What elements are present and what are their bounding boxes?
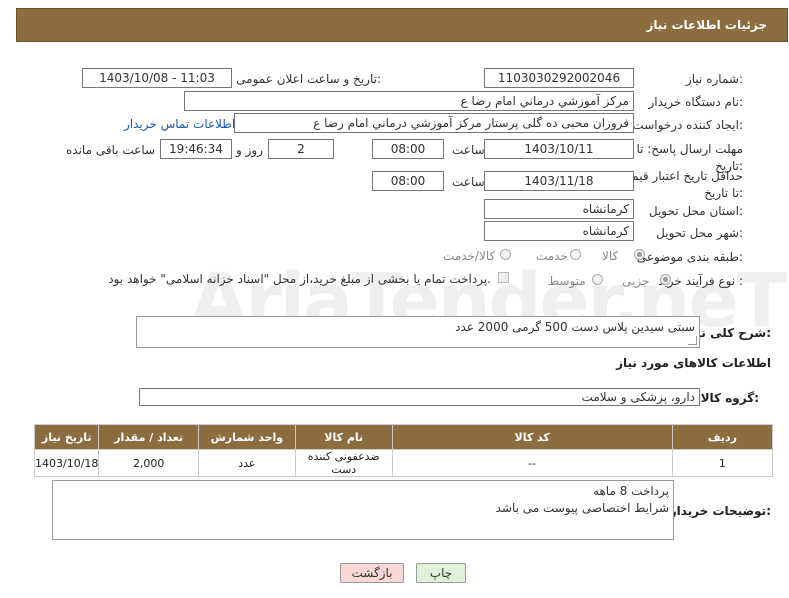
days-label: روز و [236, 143, 263, 157]
cell-unit: عدد [197, 449, 296, 477]
buyer-notes-label: توضیحات خریدار: [669, 504, 771, 518]
category-label: طبقه بندی موضوعی: [636, 250, 743, 264]
remaining-label: ساعت باقی مانده [66, 143, 156, 157]
process-label: نوع فرآیند خرید : [658, 274, 743, 288]
payment-note: پرداخت تمام یا بخشی از مبلغ خرید،از محل … [108, 272, 491, 286]
print-button[interactable]: چاپ [416, 563, 466, 583]
city-label: شهر محل تحویل: [656, 226, 743, 240]
need-number-field: 1103030292002046 [484, 68, 634, 88]
col-header-row: تاریخ نیاز [33, 424, 100, 450]
process-radio-minor[interactable] [660, 274, 671, 285]
cell-date: 1403/10/18 [33, 449, 100, 477]
announce-field: 1403/10/08 - 11:03 [82, 68, 232, 88]
category-radio-goods[interactable] [634, 249, 645, 260]
cell-code: -- [391, 449, 673, 477]
goods-table: تاریخ نیاز تعداد / مقدار واحد شمارش نام … [33, 424, 774, 477]
buyer-notes-line-1: پرداخت 8 ماهه [593, 484, 669, 498]
min-price-time-field: 08:00 [372, 171, 444, 191]
buyer-label: نام دستگاه خریدار: [648, 95, 744, 109]
province-label: استان محل تحویل: [648, 204, 743, 218]
province-field: کرمانشاه [484, 199, 634, 219]
category-option-goods: کالا [602, 249, 619, 263]
remaining-time-field: 19:46:34 [160, 139, 232, 159]
goods-group-field: دارو، پزشکی و سلامت [139, 388, 700, 406]
col-header-quantity: واحد شمارش [197, 424, 296, 450]
cell-name: ضدعفونی کننده دست [294, 449, 393, 477]
category-radio-service[interactable] [570, 249, 581, 260]
need-number-label: شماره نیاز: [685, 72, 743, 86]
col-header-date: تعداد / مقدار [98, 424, 199, 450]
col-header-code: ردیف [671, 424, 774, 450]
col-header-unit: نام کالا [294, 424, 393, 450]
resize-handle[interactable] [688, 336, 697, 345]
description-field: سبتی سیدین پلاس دست 500 گرمی 2000 عدد [136, 316, 700, 348]
cell-quantity: 2,000 [98, 449, 199, 477]
announce-label: تاریخ و ساعت اعلان عمومی: [236, 72, 381, 86]
payment-checkbox[interactable] [498, 272, 509, 283]
table-header-row: تاریخ نیاز تعداد / مقدار واحد شمارش نام … [33, 424, 774, 450]
min-price-date-field: 1403/11/18 [484, 171, 634, 191]
buyer-notes-line-2: شرایط اختصاصی پیوست می باشد [495, 501, 669, 515]
days-field: 2 [268, 139, 334, 159]
process-option-medium: متوسط [548, 274, 586, 288]
category-radio-goods-service[interactable] [500, 249, 511, 260]
buyer-notes-field: پرداخت 8 ماهه شرایط اختصاصی پیوست می باش… [52, 480, 674, 540]
deadline-date-field: 1403/10/11 [484, 139, 634, 159]
back-button[interactable]: بازگشت [340, 563, 404, 583]
deadline-time-label: ساعت [452, 143, 485, 157]
creator-field: فروزان محبی ده گلی پرستار مرکز آموزشي در… [234, 113, 634, 133]
process-radio-medium[interactable] [592, 274, 603, 285]
page-title: جزئیات اطلاعات نیاز [646, 18, 767, 32]
buyer-field: مرکز آموزشي درماني امام رضا ع [184, 91, 634, 111]
category-option-goods-service: کالا/خدمت [443, 249, 496, 263]
process-option-minor: جزیی [622, 274, 650, 288]
cell-row-number: 1 [671, 449, 774, 477]
deadline-time-field: 08:00 [372, 139, 444, 159]
description-text: سبتی سیدین پلاس دست 500 گرمی 2000 عدد [455, 320, 695, 334]
goods-info-title: اطلاعات کالاهای مورد نیاز [616, 356, 771, 370]
min-price-time-label: ساعت [452, 175, 485, 189]
col-header-name: کد کالا [391, 424, 673, 450]
table-row: 1403/10/18 2,000 عدد ضدعفونی کننده دست -… [33, 449, 774, 477]
category-option-service: خدمت [536, 249, 568, 263]
contact-info-link[interactable]: اطلاعات تماس خریدار [124, 117, 235, 131]
page-header: جزئیات اطلاعات نیاز [16, 8, 788, 42]
goods-group-label: گروه کالا: [700, 391, 759, 405]
city-field: کرمانشاه [484, 221, 634, 241]
creator-label: ایجاد کننده درخواست: [632, 118, 743, 132]
